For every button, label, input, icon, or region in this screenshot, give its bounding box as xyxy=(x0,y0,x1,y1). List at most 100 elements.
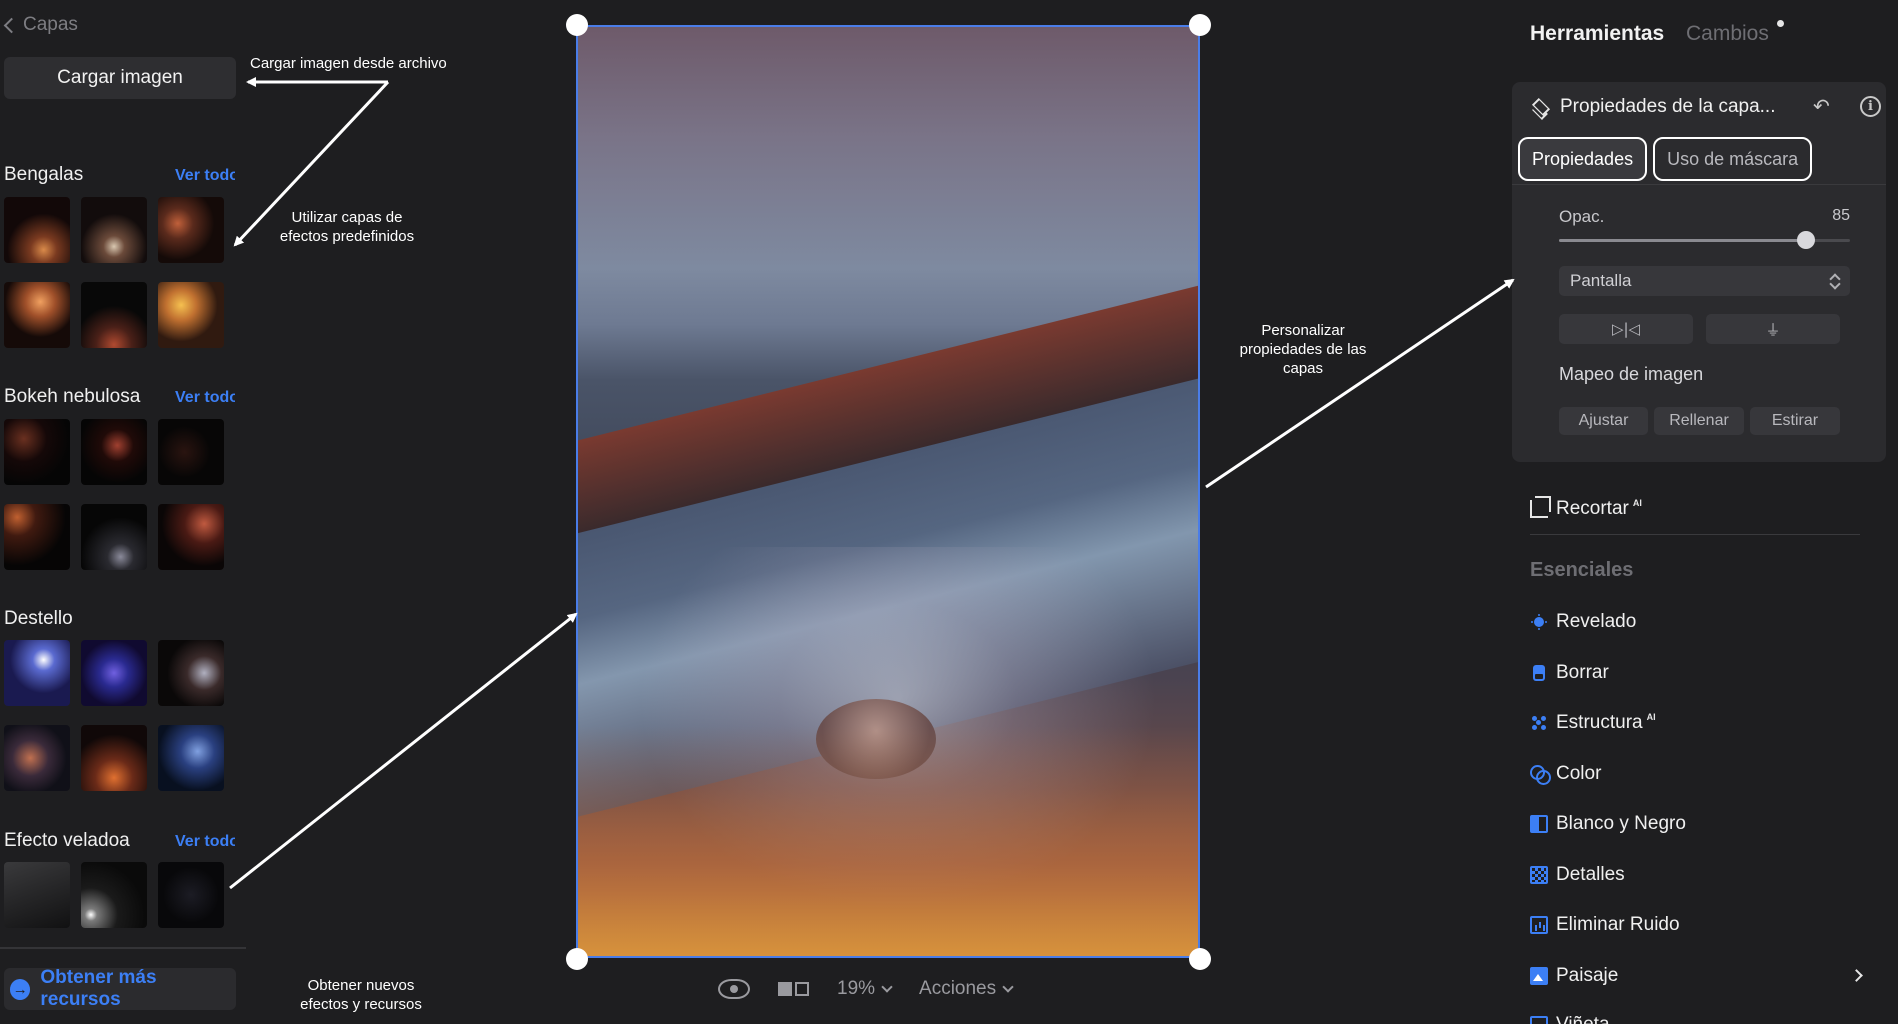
effect-thumbnail[interactable] xyxy=(158,419,224,485)
denoise-icon xyxy=(1530,916,1548,934)
zoom-value: 19% xyxy=(837,978,876,999)
category-title-bengalas: Bengalas xyxy=(4,164,84,185)
tab-changes[interactable]: Cambios xyxy=(1686,22,1769,46)
sun-icon xyxy=(1530,613,1548,631)
effect-thumbnail[interactable] xyxy=(158,640,224,706)
bengalas-grid xyxy=(4,197,224,348)
canvas-image[interactable] xyxy=(576,25,1200,958)
load-image-button[interactable]: Cargar imagen xyxy=(4,57,236,99)
annotation-customize-line: propiedades de las xyxy=(1239,341,1367,358)
tool-crop[interactable]: Recortar AI xyxy=(1530,496,1642,520)
tool-vineta[interactable]: Viñeta xyxy=(1530,1014,1610,1024)
color-icon xyxy=(1530,765,1551,785)
tab-tools[interactable]: Herramientas xyxy=(1530,22,1664,46)
category-title-bokeh: Bokeh nebulosa xyxy=(4,386,141,407)
compare-icon[interactable] xyxy=(778,982,809,996)
tool-label: Viñeta xyxy=(1556,1014,1610,1024)
effect-thumbnail[interactable] xyxy=(158,197,224,263)
opacity-slider[interactable] xyxy=(1559,231,1850,249)
opacity-label: Opac. xyxy=(1559,207,1605,226)
tool-paisaje[interactable]: Paisaje xyxy=(1530,965,1618,987)
flip-horizontal-button[interactable]: ▷|◁ xyxy=(1559,314,1693,344)
arrow-right-circle-icon: → xyxy=(10,978,31,1000)
mapping-fit-button[interactable]: Ajustar xyxy=(1559,407,1648,435)
get-more-resources-label: Obtener más recursos xyxy=(40,967,157,1010)
layers-panel: Capas Cargar imagen Bengalas Ver todo Bo… xyxy=(0,0,248,1024)
annotation-customize: Personalizar propiedades de las capas xyxy=(1218,321,1388,378)
effect-thumbnail[interactable] xyxy=(4,419,70,485)
layer-properties-card: Propiedades de la capa... ↶ i Propiedade… xyxy=(1512,82,1886,462)
effect-thumbnail[interactable] xyxy=(81,640,147,706)
effect-thumbnail[interactable] xyxy=(81,862,147,928)
see-all-bengalas-link[interactable]: Ver todo xyxy=(175,167,235,185)
effect-thumbnail[interactable] xyxy=(158,504,224,570)
divider xyxy=(0,947,246,949)
category-title-velado: Efecto veladoa xyxy=(4,830,130,851)
black-white-icon xyxy=(1530,815,1548,833)
arrow-to-canvas xyxy=(229,612,578,890)
essentials-title: Esenciales xyxy=(1530,559,1634,581)
tool-crop-label: Recortar xyxy=(1556,498,1629,519)
velado-grid xyxy=(4,862,224,928)
effect-thumbnail[interactable] xyxy=(4,725,70,791)
effect-thumbnail[interactable] xyxy=(81,419,147,485)
flip-vertical-button[interactable]: ⏚ xyxy=(1706,314,1840,344)
flip-vertical-icon: ⏚ xyxy=(1765,320,1781,339)
blend-mode-value: Pantalla xyxy=(1570,271,1632,290)
back-button[interactable]: Capas xyxy=(2,14,78,36)
info-icon[interactable]: i xyxy=(1860,96,1881,117)
get-more-resources-button[interactable]: → Obtener más recursos xyxy=(4,967,236,1010)
resize-handle-top-right[interactable] xyxy=(1189,14,1211,36)
opacity-value: 85 xyxy=(1832,207,1850,224)
destello-grid xyxy=(4,640,224,791)
chevron-right-icon[interactable] xyxy=(1850,969,1863,982)
tool-detalles[interactable]: Detalles xyxy=(1530,864,1625,886)
effect-thumbnail[interactable] xyxy=(81,725,147,791)
resize-handle-top-left[interactable] xyxy=(566,14,588,36)
effect-thumbnail[interactable] xyxy=(81,504,147,570)
divider xyxy=(1512,184,1886,185)
resize-handle-bottom-right[interactable] xyxy=(1189,948,1211,970)
undo-icon[interactable]: ↶ xyxy=(1813,97,1833,117)
chevron-left-icon xyxy=(3,17,20,33)
effect-thumbnail[interactable] xyxy=(4,282,70,348)
effect-thumbnail[interactable] xyxy=(158,282,224,348)
see-all-velado-link[interactable]: Ver todo xyxy=(175,833,235,851)
effect-thumbnail[interactable] xyxy=(4,504,70,570)
ai-badge: AI xyxy=(1646,712,1656,722)
chevron-down-icon xyxy=(1002,981,1014,993)
tool-blanco-negro[interactable]: Blanco y Negro xyxy=(1530,813,1686,835)
layer-properties-header: Propiedades de la capa... ↶ i xyxy=(1530,96,1881,118)
layer-subtabs: Propiedades Uso de máscara xyxy=(1518,137,1813,181)
tool-label: Paisaje xyxy=(1556,965,1619,986)
mapping-stretch-button[interactable]: Estirar xyxy=(1750,407,1840,435)
eraser-icon xyxy=(1530,664,1548,682)
effect-thumbnail[interactable] xyxy=(81,197,147,263)
eye-icon[interactable] xyxy=(718,979,750,999)
changes-indicator-dot xyxy=(1777,20,1784,27)
tool-estructura[interactable]: Estructura AI xyxy=(1530,712,1656,734)
tool-eliminar-ruido[interactable]: Eliminar Ruido xyxy=(1530,914,1680,936)
effect-thumbnail[interactable] xyxy=(4,197,70,263)
tab-mask[interactable]: Uso de máscara xyxy=(1653,137,1813,181)
canvas-toolbar: 19% Acciones xyxy=(718,978,1014,1000)
effect-thumbnail[interactable] xyxy=(158,862,224,928)
mapping-fill-button[interactable]: Rellenar xyxy=(1654,407,1744,435)
tab-properties[interactable]: Propiedades xyxy=(1518,137,1648,181)
tool-borrar[interactable]: Borrar xyxy=(1530,662,1609,684)
effect-thumbnail[interactable] xyxy=(4,640,70,706)
tool-revelado[interactable]: Revelado xyxy=(1530,611,1636,633)
actions-dropdown[interactable]: Acciones xyxy=(919,978,1014,1000)
tool-color[interactable]: Color xyxy=(1530,763,1601,785)
bokeh-grid xyxy=(4,419,224,570)
blend-mode-select[interactable]: Pantalla xyxy=(1559,266,1850,296)
slider-thumb[interactable] xyxy=(1797,231,1816,249)
effect-thumbnail[interactable] xyxy=(81,282,147,348)
effect-thumbnail[interactable] xyxy=(158,725,224,791)
resize-handle-bottom-left[interactable] xyxy=(566,948,588,970)
annotation-resources-line: efectos y recursos xyxy=(300,996,422,1013)
see-all-bokeh-link[interactable]: Ver todo xyxy=(175,389,235,407)
effect-thumbnail[interactable] xyxy=(4,862,70,928)
landscape-icon xyxy=(1530,967,1548,985)
zoom-dropdown[interactable]: 19% xyxy=(837,978,893,1000)
